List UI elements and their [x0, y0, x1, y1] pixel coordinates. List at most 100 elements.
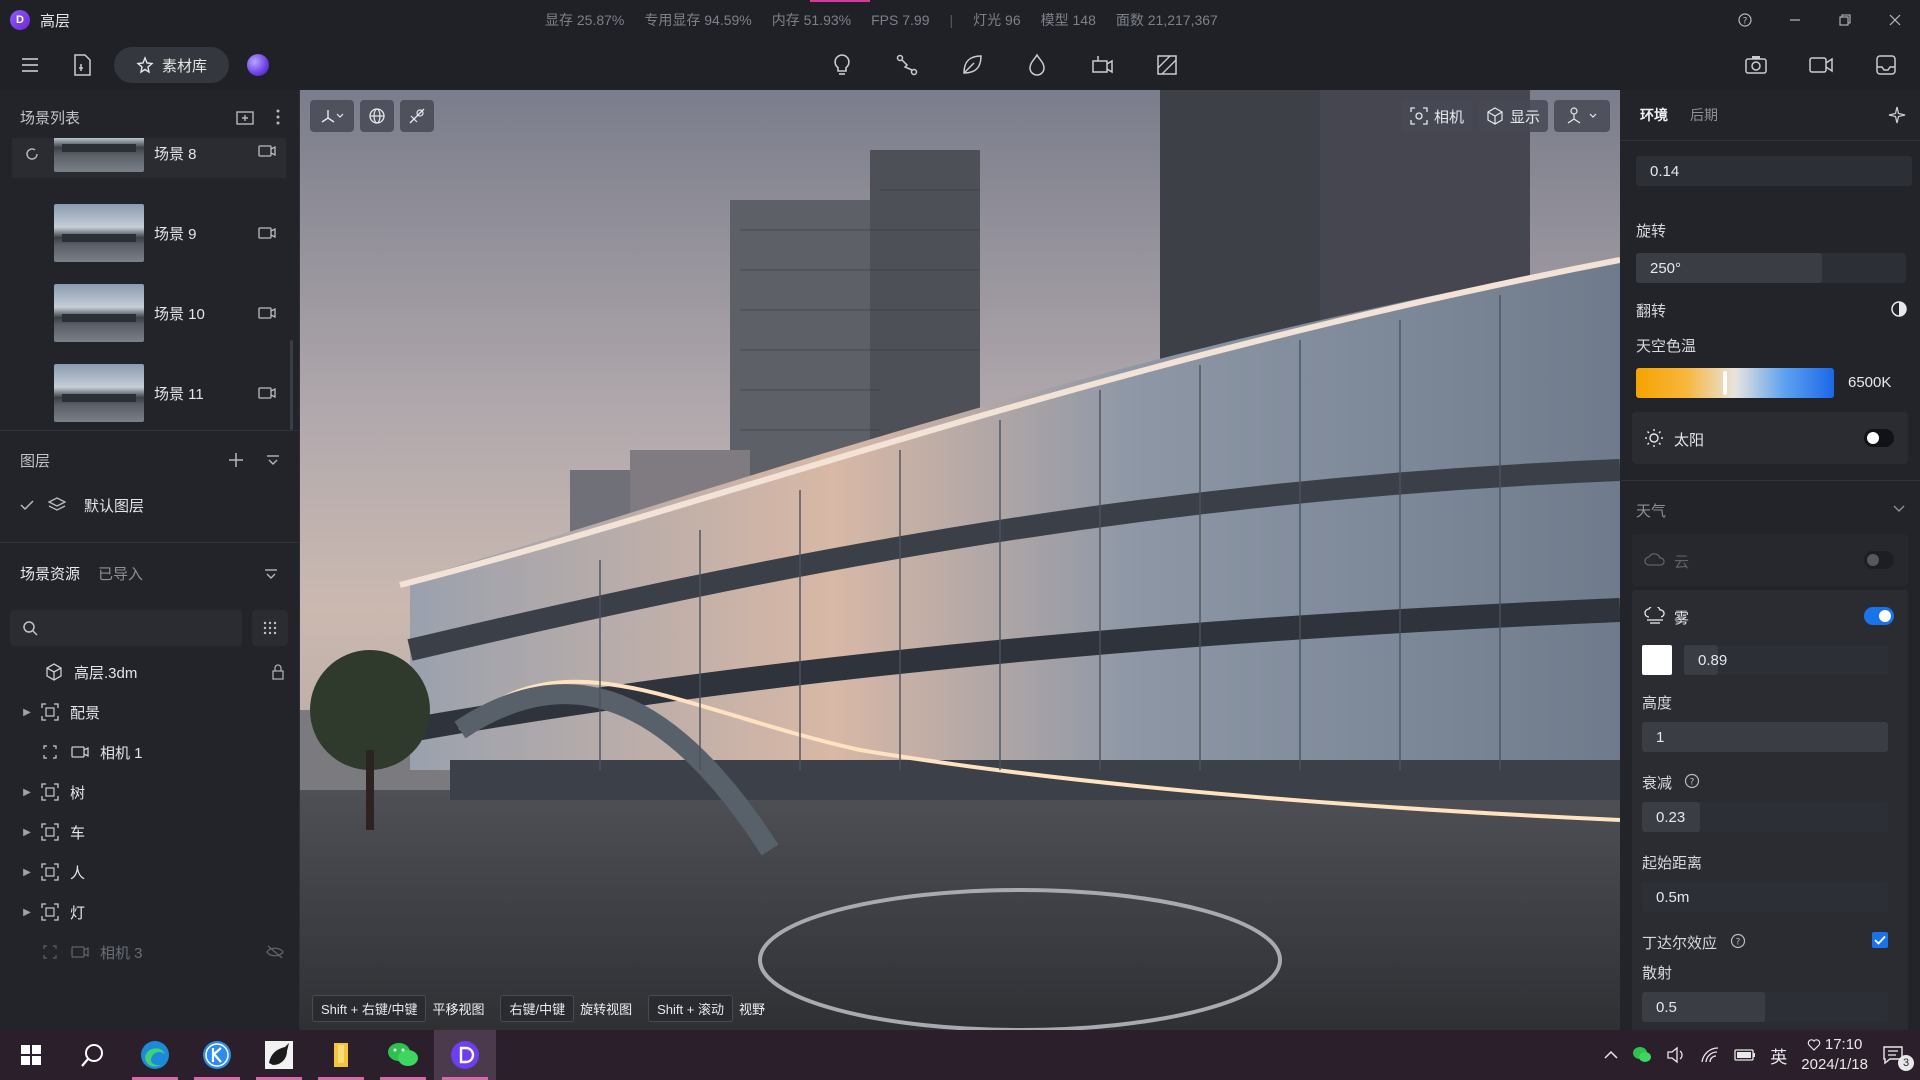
path-tool-icon[interactable] — [885, 43, 929, 87]
axis-dropdown-button[interactable] — [310, 100, 354, 132]
scene-camera-icon[interactable] — [258, 307, 276, 319]
import-file-icon[interactable] — [60, 43, 104, 87]
expand-arrow-icon[interactable]: ▶ — [14, 827, 40, 838]
menu-icon[interactable] — [8, 43, 52, 87]
grid-view-button[interactable] — [252, 610, 288, 646]
tyndall-checkbox[interactable] — [1872, 932, 1888, 948]
tree-item-model[interactable]: 高层.3dm — [0, 652, 300, 692]
tree-item-group[interactable]: ▶ 车 — [0, 812, 300, 852]
sun-toggle[interactable] — [1864, 429, 1894, 447]
restore-button[interactable] — [1820, 0, 1870, 40]
kuaikan-app-icon[interactable] — [186, 1030, 248, 1080]
fog-toggle[interactable] — [1864, 607, 1894, 625]
scene-list-scrollbar[interactable] — [290, 340, 293, 430]
lock-icon[interactable] — [272, 664, 284, 680]
expand-arrow-icon[interactable]: ▶ — [14, 867, 40, 878]
input-method-indicator[interactable]: 英 — [1770, 1043, 1787, 1068]
tab-environment[interactable]: 环境 — [1640, 105, 1668, 125]
filter-icon[interactable] — [266, 454, 280, 466]
start-distance-input[interactable]: 0.5m — [1642, 882, 1888, 912]
animation-camera-icon[interactable] — [1080, 43, 1124, 87]
light-bulb-icon[interactable] — [820, 43, 864, 87]
sky-temp-handle[interactable] — [1723, 371, 1727, 395]
more-options-icon[interactable] — [276, 109, 280, 125]
contrast-toggle-icon[interactable] — [1890, 300, 1908, 318]
water-drop-icon[interactable] — [1015, 43, 1059, 87]
volume-icon[interactable] — [1666, 1046, 1686, 1064]
chevron-down-icon[interactable] — [1892, 504, 1906, 514]
layer-item-default[interactable]: 默认图层 — [20, 485, 144, 525]
add-scene-icon[interactable] — [236, 109, 254, 125]
decay-input[interactable]: 0.23 — [1642, 802, 1888, 832]
search-button[interactable] — [62, 1030, 124, 1080]
camera-view-button[interactable]: 相机 — [1401, 100, 1472, 132]
wechat-icon[interactable] — [372, 1030, 434, 1080]
notification-center[interactable]: 3 — [1882, 1045, 1914, 1071]
fog-card: 雾 0.89 高度 1 衰减 ? 0.23 起始距离 0.5m 丁达尔效应 ? — [1632, 590, 1908, 1040]
wifi-icon[interactable] — [1700, 1046, 1720, 1064]
help-circle-icon[interactable]: ? — [1730, 933, 1746, 949]
help-circle-icon[interactable]: ? — [1684, 773, 1700, 789]
scatter-input[interactable]: 0.5 — [1642, 992, 1888, 1022]
tree-item-group[interactable]: ▶ 树 — [0, 772, 300, 812]
expand-arrow-icon[interactable]: ▶ — [14, 787, 40, 798]
tab-scene-assets[interactable]: 场景资源 — [20, 563, 80, 584]
check-icon[interactable] — [20, 499, 34, 511]
start-button[interactable] — [0, 1030, 62, 1080]
tree-item-label: 灯 — [70, 904, 86, 922]
globe-button[interactable] — [360, 100, 394, 132]
navigation-mode-button[interactable] — [1554, 100, 1610, 132]
tree-item-group[interactable]: ▶ 人 — [0, 852, 300, 892]
scene-item[interactable]: 场景 8 — [12, 138, 286, 178]
export-tray-icon[interactable] — [1864, 43, 1908, 87]
scene-item[interactable]: 场景 9 — [12, 197, 286, 269]
close-button[interactable] — [1870, 0, 1920, 40]
scene-item[interactable]: 场景 11 — [12, 357, 286, 429]
measure-button[interactable] — [400, 100, 434, 132]
add-layer-icon[interactable] — [228, 452, 244, 468]
tree-item-camera-hidden[interactable]: 相机 3 — [0, 932, 300, 972]
system-clock[interactable]: 17:10 2024/1/18 — [1801, 1035, 1868, 1075]
scene-camera-icon[interactable] — [258, 387, 276, 399]
cloud-toggle[interactable] — [1864, 551, 1894, 569]
file-explorer-icon[interactable] — [310, 1030, 372, 1080]
display-button[interactable]: 显示 — [1477, 100, 1548, 132]
d5-render-app-icon[interactable] — [434, 1030, 496, 1080]
chevron-up-icon[interactable] — [1604, 1050, 1618, 1060]
fog-density-input[interactable]: 0.89 — [1684, 645, 1888, 675]
sky-temp-slider[interactable] — [1636, 368, 1834, 398]
magic-wand-icon[interactable] — [1888, 106, 1906, 124]
scene-camera-icon[interactable] — [258, 227, 276, 239]
help-icon[interactable]: ? — [1720, 0, 1770, 40]
expand-arrow-icon[interactable]: ▶ — [14, 907, 40, 918]
scene-item[interactable]: 场景 10 — [12, 277, 286, 349]
battery-icon[interactable] — [1734, 1048, 1756, 1062]
expand-arrow-icon[interactable]: ▶ — [14, 707, 40, 718]
screenshot-camera-icon[interactable] — [1734, 43, 1778, 87]
assets-filter-icon[interactable] — [264, 568, 278, 580]
material-grid-icon[interactable] — [1145, 43, 1189, 87]
tab-post-processing[interactable]: 后期 — [1690, 105, 1718, 125]
tree-item-camera[interactable]: 相机 1 — [0, 732, 300, 772]
leaf-icon[interactable] — [950, 43, 994, 87]
tab-imported[interactable]: 已导入 — [98, 563, 143, 584]
ai-assistant-icon[interactable] — [247, 54, 270, 76]
camera-icon — [70, 942, 90, 962]
tree-item-group[interactable]: ▶ 配景 — [0, 692, 300, 732]
intensity-input[interactable]: 0.14 — [1636, 156, 1912, 186]
rotation-slider[interactable]: 250° — [1636, 253, 1906, 283]
video-record-icon[interactable] — [1799, 43, 1843, 87]
search-icon — [81, 1044, 103, 1067]
edge-browser-icon[interactable] — [124, 1030, 186, 1080]
tree-item-group[interactable]: ▶ 灯 — [0, 892, 300, 932]
height-input[interactable]: 1 — [1642, 722, 1888, 752]
scene-camera-icon[interactable] — [258, 145, 276, 157]
fog-color-swatch[interactable] — [1642, 645, 1672, 675]
rhino-app-icon[interactable] — [248, 1030, 310, 1080]
asset-search-input[interactable] — [10, 610, 242, 646]
wechat-tray-icon[interactable] — [1632, 1046, 1652, 1064]
material-library-button[interactable]: 素材库 — [114, 47, 230, 83]
3d-viewport[interactable]: 相机 显示 Shift + 右键/中键 平移视图 右键/中键 旋转视图 Shif… — [300, 90, 1620, 1030]
eye-hidden-icon[interactable] — [266, 945, 284, 959]
minimize-button[interactable] — [1770, 0, 1820, 40]
